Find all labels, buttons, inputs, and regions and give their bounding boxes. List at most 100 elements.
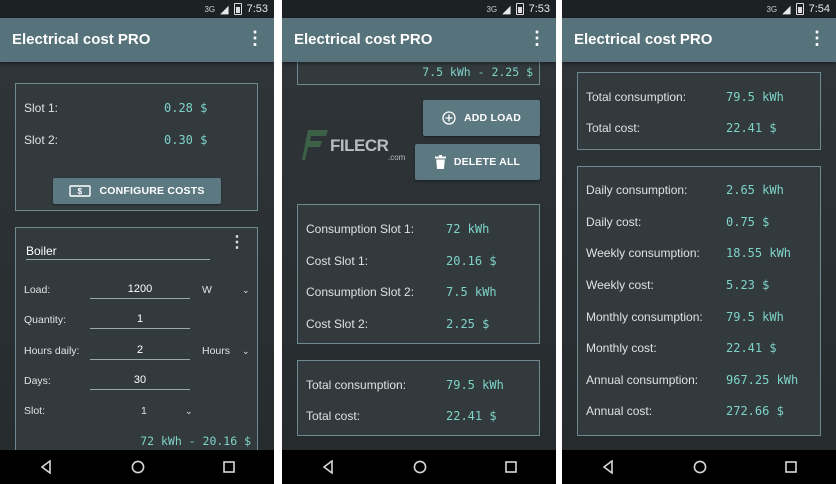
home-icon[interactable] bbox=[413, 460, 427, 474]
phone-screen-3: 3G ◢ 7:54 Electrical cost PRO ⋮ Total co… bbox=[562, 0, 836, 484]
recents-icon[interactable] bbox=[785, 461, 797, 473]
quantity-label: Quantity: bbox=[24, 314, 67, 326]
app-title: Electrical cost PRO bbox=[12, 31, 151, 48]
load-card-partial: 7.5 kWh - 2.25 $ bbox=[297, 62, 540, 85]
total-label: Total cost: bbox=[306, 409, 361, 423]
chevron-down-icon[interactable]: ⌄ bbox=[242, 346, 250, 357]
back-icon[interactable] bbox=[321, 460, 335, 474]
home-icon[interactable] bbox=[693, 460, 707, 474]
clock: 7:53 bbox=[246, 3, 268, 15]
detail-label: Cost Slot 2: bbox=[306, 317, 369, 331]
content-area: Slot 1: 0.28 $ Slot 2: 0.30 $ $ CONFIGUR… bbox=[0, 62, 274, 450]
recents-icon[interactable] bbox=[505, 461, 517, 473]
signal-icon: ◢ bbox=[502, 3, 511, 16]
content-area: Total consumption: 79.5 kWh Total cost: … bbox=[562, 62, 836, 450]
hours-unit[interactable]: Hours bbox=[202, 345, 230, 357]
load-input[interactable]: 1200 bbox=[90, 283, 190, 299]
more-vert-icon[interactable]: ⋮ bbox=[246, 29, 264, 47]
days-input[interactable]: 30 bbox=[90, 374, 190, 390]
period-row: Daily cost: 0.75 $ bbox=[578, 215, 820, 231]
period-value: 0.75 $ bbox=[726, 215, 770, 229]
navigation-bar bbox=[0, 450, 274, 484]
period-label: Daily consumption: bbox=[586, 183, 688, 197]
delete-all-label: DELETE ALL bbox=[453, 156, 521, 168]
battery-icon bbox=[233, 3, 242, 15]
total-value: 79.5 kWh bbox=[726, 90, 784, 104]
detail-label: Cost Slot 1: bbox=[306, 254, 369, 268]
period-row: Annual cost: 272.66 $ bbox=[578, 404, 820, 420]
app-bar: Electrical cost PRO ⋮ bbox=[282, 18, 556, 62]
period-value: 2.65 kWh bbox=[726, 183, 784, 197]
slot-label: Slot 2: bbox=[24, 133, 59, 147]
period-label: Weekly cost: bbox=[586, 278, 654, 292]
slot-value: 0.30 $ bbox=[164, 133, 208, 147]
slot-select-label: Slot: bbox=[24, 405, 46, 417]
period-row: Monthly cost: 22.41 $ bbox=[578, 341, 820, 357]
period-value: 272.66 $ bbox=[726, 404, 784, 418]
status-bar: 3G ◢ 7:53 bbox=[282, 0, 556, 18]
filecr-logo-icon bbox=[302, 130, 328, 160]
total-value: 22.41 $ bbox=[726, 121, 777, 135]
load-label: Load: bbox=[24, 284, 51, 296]
status-bar: 3G ◢ 7:54 bbox=[562, 0, 836, 18]
detail-label: Consumption Slot 2: bbox=[306, 285, 415, 299]
period-value: 967.25 kWh bbox=[726, 373, 799, 387]
add-load-button[interactable]: ADD LOAD bbox=[423, 100, 540, 136]
detail-row: Consumption Slot 1: 72 kWh bbox=[298, 222, 539, 238]
load-summary: 7.5 kWh - 2.25 $ bbox=[422, 65, 533, 79]
network-type: 3G bbox=[204, 4, 216, 14]
detail-value: 72 kWh bbox=[446, 222, 490, 236]
more-vert-icon[interactable]: ⋮ bbox=[528, 29, 546, 47]
app-title: Electrical cost PRO bbox=[574, 31, 713, 48]
period-value: 5.23 $ bbox=[726, 278, 770, 292]
navigation-bar bbox=[282, 450, 556, 484]
navigation-bar bbox=[562, 450, 836, 484]
delete-all-button[interactable]: DELETE ALL bbox=[415, 144, 540, 180]
recents-icon[interactable] bbox=[223, 461, 235, 473]
detail-row: Cost Slot 1: 20.16 $ bbox=[298, 254, 539, 270]
total-value: 22.41 $ bbox=[446, 409, 497, 423]
add-load-label: ADD LOAD bbox=[463, 112, 521, 124]
back-icon[interactable] bbox=[39, 460, 53, 474]
hours-daily-input[interactable]: 2 bbox=[90, 344, 190, 360]
period-summary-card: Daily consumption: 2.65 kWh Daily cost: … bbox=[577, 166, 821, 436]
watermark-subtext: .com bbox=[388, 153, 406, 162]
app-bar: Electrical cost PRO ⋮ bbox=[0, 18, 274, 62]
network-type: 3G bbox=[766, 4, 778, 14]
trash-icon bbox=[434, 155, 446, 169]
app-bar: Electrical cost PRO ⋮ bbox=[562, 18, 836, 62]
slot-costs-card: Slot 1: 0.28 $ Slot 2: 0.30 $ $ CONFIGUR… bbox=[15, 83, 258, 211]
period-row: Weekly cost: 5.23 $ bbox=[578, 278, 820, 294]
chevron-down-icon[interactable]: ⌄ bbox=[242, 285, 250, 296]
period-row: Weekly consumption: 18.55 kWh bbox=[578, 246, 820, 262]
clock: 7:54 bbox=[808, 3, 830, 15]
period-label: Annual consumption: bbox=[586, 373, 699, 387]
battery-icon bbox=[795, 3, 804, 15]
svg-text:$: $ bbox=[78, 187, 83, 196]
slot-select[interactable]: 1 bbox=[141, 405, 147, 417]
total-row: Total consumption: 79.5 kWh bbox=[578, 90, 820, 106]
period-value: 79.5 kWh bbox=[726, 310, 784, 324]
period-label: Monthly cost: bbox=[586, 341, 657, 355]
load-more-vert-icon[interactable]: ⋮ bbox=[229, 234, 245, 252]
total-label: Total cost: bbox=[586, 121, 641, 135]
content-area: 7.5 kWh - 2.25 $ FILECR .com ADD LOAD DE… bbox=[282, 62, 556, 450]
app-title: Electrical cost PRO bbox=[294, 31, 433, 48]
configure-costs-button[interactable]: $ CONFIGURE COSTS bbox=[53, 178, 221, 204]
period-label: Annual cost: bbox=[586, 404, 653, 418]
detail-row: Cost Slot 2: 2.25 $ bbox=[298, 317, 539, 333]
more-vert-icon[interactable]: ⋮ bbox=[808, 29, 826, 47]
chevron-down-icon[interactable]: ⌄ bbox=[185, 406, 193, 417]
total-row: Total cost: 22.41 $ bbox=[298, 409, 539, 425]
quantity-input[interactable]: 1 bbox=[90, 313, 190, 329]
load-unit[interactable]: W bbox=[202, 284, 212, 296]
detail-value: 20.16 $ bbox=[446, 254, 497, 268]
back-icon[interactable] bbox=[601, 460, 615, 474]
home-icon[interactable] bbox=[131, 460, 145, 474]
detail-row: Consumption Slot 2: 7.5 kWh bbox=[298, 285, 539, 301]
watermark-logo: FILECR .com bbox=[302, 128, 412, 164]
slot-row: Slot 1: 0.28 $ bbox=[16, 101, 257, 117]
load-name-input[interactable]: Boiler bbox=[26, 244, 210, 260]
period-row: Annual consumption: 967.25 kWh bbox=[578, 373, 820, 389]
hours-daily-label: Hours daily: bbox=[24, 345, 80, 357]
